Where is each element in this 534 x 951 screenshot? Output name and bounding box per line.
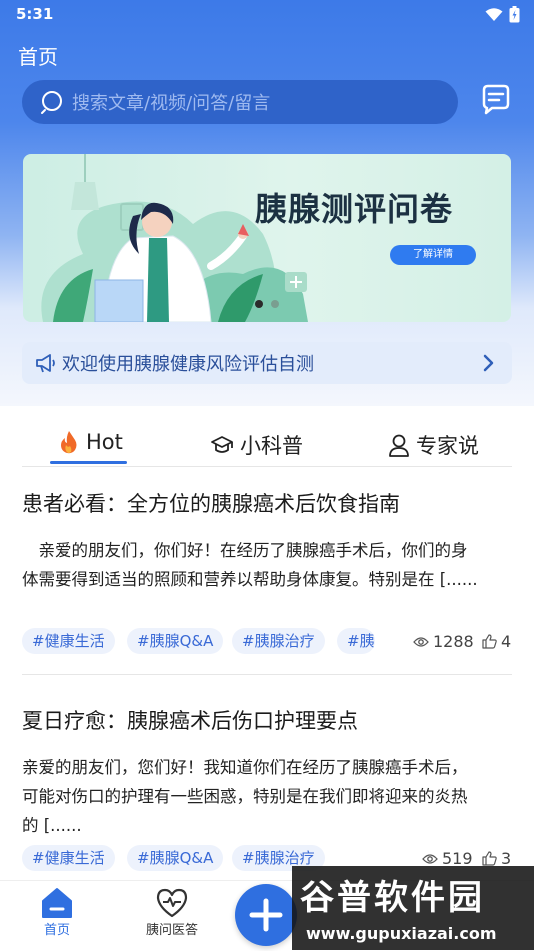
view-count-value: 1288 <box>433 632 474 651</box>
tab-expert[interactable]: 专家说 <box>388 430 479 460</box>
banner-details-button[interactable]: 了解详情 <box>390 245 476 265</box>
article-excerpt: 亲爱的朋友们，您们好！我知道你们在经历了胰腺癌手术后，可能对伤口的护理有一些困惑… <box>22 758 468 835</box>
plus-icon <box>249 898 283 932</box>
banner-illustration <box>41 154 308 322</box>
notice-bar[interactable]: 欢迎使用胰腺健康风险评估自测 <box>22 342 512 384</box>
status-bar: 5:31 <box>0 0 534 30</box>
tab-divider <box>22 466 512 467</box>
content-tabs: Hot 小科普 专家说 <box>0 420 534 468</box>
flame-icon <box>61 431 77 454</box>
message-icon[interactable] <box>478 82 514 118</box>
nav-item-home[interactable]: 首页 <box>40 887 74 938</box>
watermark-title: 谷普软件园 <box>300 878 485 918</box>
banner-carousel[interactable]: 胰腺测评问卷 了解详情 <box>23 154 511 322</box>
active-tab-indicator <box>50 461 127 464</box>
tag-chip[interactable]: #胰腺治疗 <box>232 628 325 654</box>
carousel-indicator <box>255 300 279 308</box>
page-title: 首页 <box>18 45 58 69</box>
watermark-url: www.gupuxiazai.com <box>306 924 497 943</box>
article-title: 夏日疗愈：胰腺癌术后伤口护理要点 <box>22 709 358 733</box>
article-excerpt: 亲爱的朋友们，你们好！在经历了胰腺癌手术后，你们的身体需要得到适当的照顾和营养以… <box>22 541 478 589</box>
like-count-value: 4 <box>501 632 512 651</box>
carousel-dot <box>271 300 279 308</box>
tab-hot[interactable]: Hot <box>58 430 123 454</box>
article-tags: #健康生活 #胰腺Q&A #胰腺治疗 #胰 1288 4 <box>22 628 512 656</box>
watermark: 谷普软件园 www.gupuxiazai.com <box>292 866 534 950</box>
thumbs-up-icon <box>482 634 497 649</box>
nav-item-ask-doctor[interactable]: 胰问医答 <box>146 887 198 938</box>
tab-hot-label: Hot <box>86 430 123 454</box>
tab-science-label: 小科普 <box>240 434 303 458</box>
megaphone-icon <box>36 354 55 373</box>
home-icon <box>42 888 72 918</box>
view-count: 1288 <box>413 632 474 651</box>
article-divider <box>22 674 512 675</box>
article-card[interactable]: 患者必看：全方位的胰腺癌术后饮食指南 亲爱的朋友们，你们好！在经历了胰腺癌手术后… <box>22 488 512 594</box>
wifi-icon <box>485 7 503 21</box>
nav-ask-label: 胰问医答 <box>146 923 199 938</box>
tab-expert-label: 专家说 <box>416 434 479 458</box>
carousel-dot-active <box>255 300 263 308</box>
add-post-button[interactable] <box>235 884 297 946</box>
tag-chip[interactable]: #健康生活 <box>22 628 115 654</box>
tag-chip[interactable]: #胰 <box>337 628 375 654</box>
heart-pulse-icon <box>156 888 188 918</box>
thumbs-up-icon <box>482 851 497 866</box>
tag-chip[interactable]: #健康生活 <box>22 845 115 871</box>
notice-text: 欢迎使用胰腺健康风险评估自测 <box>62 354 314 375</box>
article-card[interactable]: 夏日疗愈：胰腺癌术后伤口护理要点 亲爱的朋友们，您们好！我知道你们在经历了胰腺癌… <box>22 705 512 840</box>
status-time: 5:31 <box>16 5 54 23</box>
status-icons <box>485 6 520 23</box>
tab-science[interactable]: 小科普 <box>210 430 303 460</box>
tag-chip[interactable]: #胰腺Q&A <box>127 628 224 654</box>
banner-title: 胰腺测评问卷 <box>255 190 454 228</box>
search-icon <box>41 91 62 114</box>
like-count[interactable]: 4 <box>482 632 511 651</box>
graduation-cap-icon <box>211 436 233 453</box>
battery-icon <box>509 6 520 23</box>
nav-home-label: 首页 <box>43 923 70 938</box>
eye-icon <box>413 636 429 647</box>
search-placeholder: 搜索文章/视频/问答/留言 <box>72 93 271 114</box>
tag-chip[interactable]: #胰腺Q&A <box>127 845 224 871</box>
search-input[interactable]: 搜索文章/视频/问答/留言 <box>22 80 458 124</box>
article-title: 患者必看：全方位的胰腺癌术后饮食指南 <box>22 492 400 516</box>
chevron-right-icon <box>483 354 494 372</box>
eye-icon <box>422 853 438 864</box>
person-icon <box>389 434 409 457</box>
